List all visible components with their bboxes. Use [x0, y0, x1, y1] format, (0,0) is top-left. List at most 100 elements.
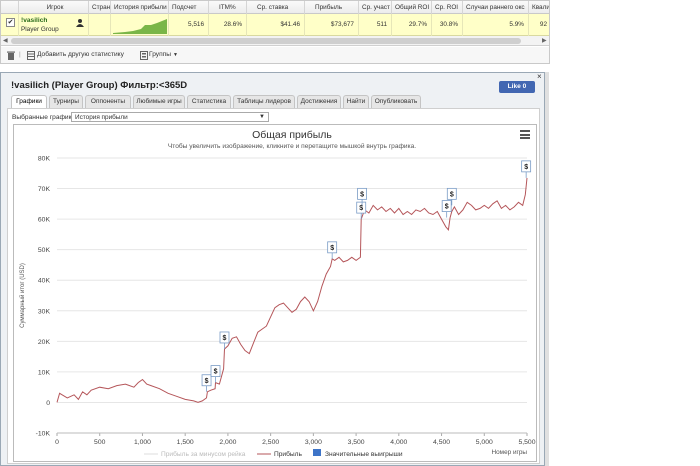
legend-rake-label: Прибыль за минусом рейка [161, 450, 246, 458]
groups-button[interactable]: Группы [149, 51, 171, 58]
x-tick-label: 4,000 [390, 439, 407, 446]
row-select-cell[interactable]: ✔ [1, 14, 19, 36]
tab-tournaments[interactable]: Турниры [49, 95, 83, 108]
grid-header: Игрок Стран История прибыли Подсчет ITM%… [1, 1, 549, 14]
big-win-dollar-label: $ [524, 164, 528, 171]
y-tick-label: 70K [38, 186, 51, 193]
tab-charts[interactable]: Графики [11, 95, 47, 109]
avg-entrants-cell: 511 [359, 14, 392, 36]
chart-menu-icon[interactable] [520, 130, 530, 139]
big-win-dollar-label: $ [360, 191, 364, 198]
header-profit[interactable]: Прибыль [305, 1, 359, 14]
close-icon[interactable]: × [537, 72, 542, 81]
scrollbar-thumb[interactable] [11, 38, 521, 44]
table-row[interactable]: ✔ !vasilich Player Group 5,516 28.6% $41… [1, 14, 549, 36]
scroll-right-icon[interactable]: ▶ [542, 37, 547, 44]
tab-favorite-games[interactable]: Любимые игры [133, 95, 185, 108]
header-avg-entrants[interactable]: Ср. участ [359, 1, 392, 14]
profit-cell: $73,677 [305, 14, 359, 36]
like-label: Like 0 [507, 83, 527, 90]
country-cell [89, 14, 111, 36]
chevron-down-icon[interactable]: ▼ [259, 113, 265, 122]
profit-sparkline [113, 19, 167, 34]
legend-profit-label: Прибыль [274, 450, 302, 458]
chart-select[interactable]: История прибыли ▼ [71, 112, 269, 122]
legend-bigwin-label: Значительные выигрыши [325, 451, 403, 458]
header-count[interactable]: Подсчет [169, 1, 209, 14]
profit-chart-svg[interactable]: Общая прибыльЧтобы увеличить изображение… [14, 125, 538, 463]
avg-roi-cell: 30.8% [432, 14, 463, 36]
vertical-scrollbar[interactable] [545, 72, 549, 466]
x-tick-label: 1,500 [177, 439, 194, 446]
stats-grid: Игрок Стран История прибыли Подсчет ITM%… [0, 0, 550, 64]
tab-leaderboards[interactable]: Таблицы лидеров [233, 95, 295, 108]
add-stats-button[interactable]: Добавить другую статистику [37, 51, 124, 58]
scroll-left-icon[interactable]: ◀ [3, 37, 8, 44]
y-tick-label: 40K [38, 278, 51, 285]
header-avg-roi[interactable]: Ср. ROI [432, 1, 463, 14]
big-win-dollar-label: $ [359, 205, 363, 212]
y-tick-label: 30K [38, 308, 51, 315]
profit-sparkline-cell [111, 14, 169, 36]
header-select[interactable] [1, 1, 19, 14]
avg-stake-cell: $41.46 [247, 14, 305, 36]
facebook-like-button[interactable]: Like 0 [499, 81, 535, 93]
x-tick-label: 500 [94, 439, 106, 446]
header-player[interactable]: Игрок [19, 1, 89, 14]
legend-bigwin-swatch [313, 449, 321, 456]
total-roi-cell: 29.7% [392, 14, 432, 36]
player-group: Player Group [21, 26, 59, 33]
big-win-dollar-label: $ [445, 204, 449, 211]
player-cell[interactable]: !vasilich Player Group [19, 14, 89, 36]
early-cases-cell: 5.9% [463, 14, 529, 36]
header-avg-stake[interactable]: Ср. ставка [247, 1, 305, 14]
big-win-dollar-label: $ [223, 335, 227, 342]
toolbar-separator: | [19, 51, 21, 58]
x-tick-label: 0 [55, 439, 59, 446]
series-profit-line [56, 177, 528, 403]
itm-cell: 28.6% [209, 14, 247, 36]
player-name[interactable]: !vasilich [21, 17, 47, 24]
report-title: !vasilich (Player Group) Фильтр:<365D [11, 80, 188, 91]
header-itm[interactable]: ITM% [209, 1, 247, 14]
count-cell: 5,516 [169, 14, 209, 36]
groups-icon[interactable] [140, 51, 148, 60]
chart-select-value: История прибыли [75, 114, 128, 121]
header-total-roi[interactable]: Общий ROI [392, 1, 432, 14]
x-tick-label: 4,500 [433, 439, 450, 446]
x-tick-label: 2,500 [262, 439, 279, 446]
grid-toolbar: | Добавить другую статистику Группы ▼ [1, 47, 549, 63]
tab-find[interactable]: Найти [343, 95, 369, 108]
y-tick-label: 50K [38, 247, 51, 254]
y-tick-label: 20K [38, 339, 51, 346]
header-quali[interactable]: Квали [529, 1, 549, 14]
profit-chart[interactable]: Общая прибыль Чтобы увеличить изображение… [13, 124, 537, 462]
row-checkbox[interactable]: ✔ [6, 18, 15, 27]
x-tick-label: 3,000 [305, 439, 322, 446]
table-add-icon[interactable] [27, 51, 35, 60]
tab-publish[interactable]: Опубликовать [371, 95, 421, 108]
header-early-cases[interactable]: Случаи раннего окс [463, 1, 529, 14]
player-icon [76, 19, 84, 27]
big-win-dollar-label: $ [330, 245, 334, 252]
quali-cell: 92 [539, 21, 547, 28]
chart-subtitle: Чтобы увеличить изображение, кликните и … [168, 142, 416, 150]
groups-dropdown-icon[interactable]: ▼ [173, 52, 178, 58]
tab-opponents[interactable]: Оппоненты [85, 95, 131, 108]
chart-title: Общая прибыль [252, 129, 332, 141]
tab-achievements[interactable]: Достижения [297, 95, 341, 108]
report-window: !vasilich (Player Group) Фильтр:<365D Li… [0, 72, 545, 466]
y-tick-label: 80K [38, 156, 51, 163]
y-tick-label: 60K [38, 217, 51, 224]
header-profit-history[interactable]: История прибыли [111, 1, 169, 14]
selected-charts-label: Выбранные графики: [12, 114, 78, 121]
header-country[interactable]: Стран [89, 1, 111, 14]
tab-statistics[interactable]: Статистика [187, 95, 231, 108]
big-win-dollar-label: $ [450, 191, 454, 198]
x-tick-label: 2,000 [219, 439, 236, 446]
x-tick-label: 5,500 [518, 439, 535, 446]
horizontal-scrollbar[interactable]: ◀ ▶ [1, 36, 549, 46]
trash-icon[interactable] [7, 51, 15, 60]
x-tick-label: 5,000 [476, 439, 493, 446]
x-tick-label: 3,500 [348, 439, 365, 446]
